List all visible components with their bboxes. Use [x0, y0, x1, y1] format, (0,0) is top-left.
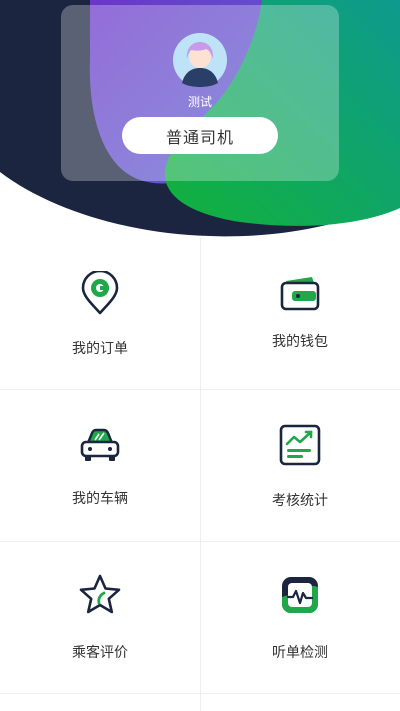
menu-item-vehicle[interactable]: 我的车辆 [0, 390, 200, 542]
wallet-icon [278, 271, 322, 315]
menu-item-label: 考核统计 [272, 493, 328, 509]
menu-item-label: 听单检测 [272, 645, 328, 661]
location-pin-icon [78, 269, 122, 315]
avatar-icon[interactable] [173, 33, 227, 87]
menu-item-orders[interactable]: 我的订单 [0, 238, 200, 390]
menu-item-statistics[interactable]: 考核统计 [200, 390, 400, 542]
username: 测试 [187, 95, 212, 109]
menu-item-label: 乘客评价 [72, 645, 128, 661]
menu-item-order-detection[interactable]: 听单检测 [200, 542, 400, 694]
menu-item-label: 我的订单 [72, 341, 128, 357]
menu-grid: 我的订单 我的钱包 我的车辆 考核统计 乘客评价 听单检测 [0, 238, 400, 711]
star-icon [78, 573, 122, 617]
menu-item-label: 我的车辆 [72, 491, 128, 507]
menu-item-label: 我的钱包 [272, 334, 328, 350]
role-button[interactable]: 普通司机 [122, 117, 278, 154]
menu-item-passenger-reviews[interactable]: 乘客评价 [0, 542, 200, 694]
menu-item-wallet[interactable]: 我的钱包 [200, 238, 400, 390]
car-icon [78, 423, 122, 467]
chart-icon [278, 423, 322, 467]
pulse-icon [278, 573, 322, 617]
profile-header: 测试 普通司机 [0, 0, 400, 240]
